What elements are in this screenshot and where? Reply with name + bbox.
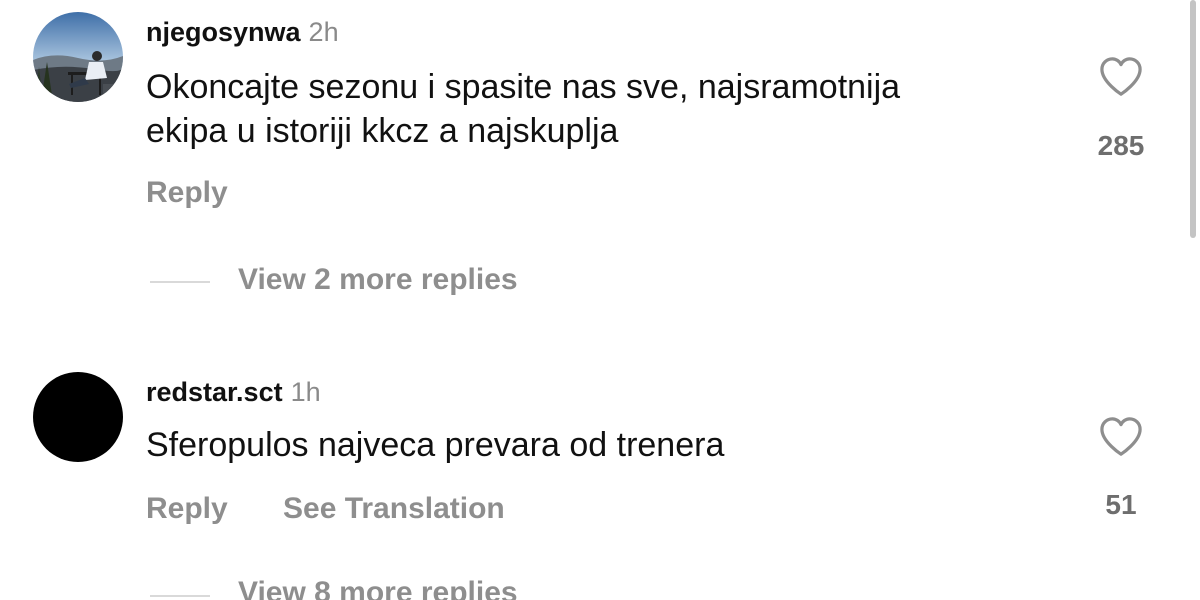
username[interactable]: njegosynwa bbox=[146, 17, 301, 47]
comments-panel: njegosynwa 2h Okoncajte sezonu i spasite … bbox=[0, 0, 1200, 600]
like-count: 51 bbox=[1105, 489, 1137, 520]
avatar-photo bbox=[33, 12, 123, 102]
username[interactable]: redstar.sct bbox=[146, 377, 283, 407]
comment-header: redstar.sct 1h bbox=[146, 375, 321, 409]
comment-header: njegosynwa 2h bbox=[146, 15, 339, 49]
heart-outline-icon[interactable] bbox=[1098, 56, 1144, 98]
timestamp: 1h bbox=[290, 377, 321, 407]
reply-button[interactable]: Reply bbox=[146, 176, 228, 210]
view-replies-button[interactable]: View 8 more replies bbox=[238, 576, 518, 600]
replies-divider bbox=[150, 595, 210, 597]
timestamp: 2h bbox=[308, 17, 339, 47]
avatar[interactable] bbox=[33, 372, 123, 462]
reply-button[interactable]: Reply bbox=[146, 492, 228, 526]
comment-text-line1: Okoncajte sezonu i spasite nas sve, najs… bbox=[146, 68, 901, 106]
comment-text-line1: Sferopulos najveca prevara od trenera bbox=[146, 426, 725, 464]
view-replies-button[interactable]: View 2 more replies bbox=[238, 263, 518, 297]
heart-outline-icon[interactable] bbox=[1098, 416, 1144, 458]
comment-text-line2: ekipa u istoriji kkcz a najskuplja bbox=[146, 112, 619, 150]
replies-divider bbox=[150, 281, 210, 283]
scrollbar[interactable] bbox=[1190, 0, 1196, 238]
like-count: 285 bbox=[1097, 130, 1145, 161]
see-translation-button[interactable]: See Translation bbox=[283, 492, 505, 526]
avatar[interactable] bbox=[33, 12, 123, 102]
